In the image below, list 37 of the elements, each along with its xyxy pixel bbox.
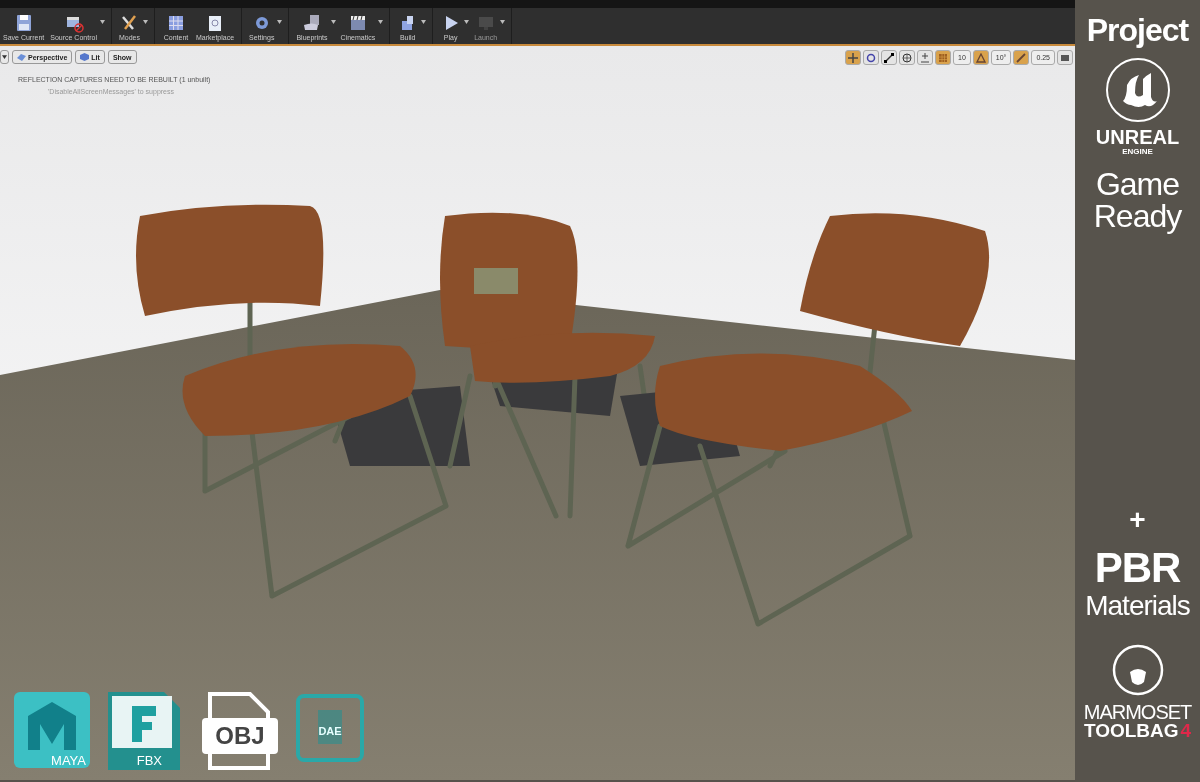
grid-icon [938,52,948,63]
title-text: Project [1086,12,1189,49]
scale-icon [1016,52,1027,63]
format-label: DAE [317,725,343,737]
caret-icon [2,53,7,61]
logo-text: ENGINE [1122,147,1153,156]
scale-icon [884,52,894,63]
cube-icon [80,53,90,61]
snap-toggle[interactable] [1057,50,1073,65]
rotate-icon [866,52,876,63]
tagline-text: Game Ready [1092,168,1183,232]
logo-text: TOOLBAG [1083,722,1179,740]
version-number: 4 [1180,722,1192,740]
caret-icon [378,20,384,24]
u-logo-icon [1104,57,1171,123]
format-label: MAYA [51,753,86,768]
heading-text: Materials [1085,590,1190,622]
caret-icon [464,20,470,24]
caret-icon [330,20,336,24]
caret-icon [142,20,148,24]
format-label: FBX [136,753,162,768]
camera-speed-icon [1060,52,1070,63]
caret-icon [421,20,427,24]
caret-icon [99,20,105,24]
plus-text: + [1129,504,1146,536]
snap-toggle[interactable] [1013,50,1030,65]
heading-text: PBR [1094,546,1181,590]
logo-text: MARMOSET [1083,702,1192,722]
angle-icon [975,52,986,63]
move-arrows-icon [848,52,858,63]
logo-text: UNREAL [1095,127,1180,147]
viewport-options-button[interactable] [0,50,9,64]
format-label: OBJ [214,722,266,750]
globe-icon [902,52,912,63]
caret-icon [277,20,283,24]
caret-icon [500,20,506,24]
maya-logo-icon [14,692,90,770]
